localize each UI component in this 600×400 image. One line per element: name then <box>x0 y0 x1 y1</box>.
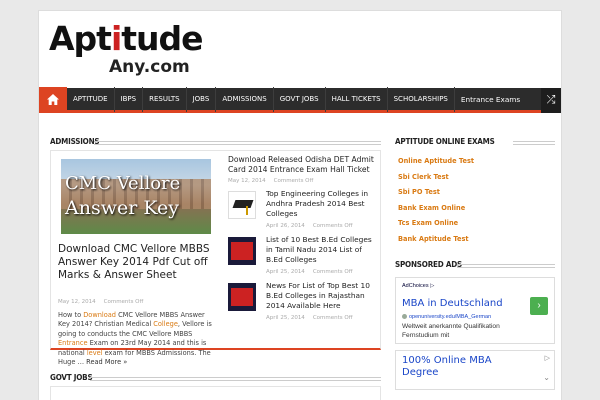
title-divider <box>94 141 381 145</box>
exam-link[interactable]: Sbi Clerk Test <box>395 170 555 186</box>
exam-link[interactable]: Tcs Exam Online <box>395 216 555 232</box>
exams-list: Online Aptitude Test Sbi Clerk Test Sbi … <box>395 154 555 247</box>
post-thumbnail <box>228 283 256 311</box>
title-divider <box>457 264 555 268</box>
home-button[interactable] <box>39 86 67 112</box>
nav-item-admissions[interactable]: ADMISSIONS <box>216 86 274 112</box>
sidebar: APTITUDE ONLINE EXAMS Online Aptitude Te… <box>395 136 555 390</box>
nav-item-scholarships[interactable]: SCHOLARSHIPS <box>388 86 455 112</box>
list-item[interactable]: News For List of Top Best 10 B.Ed Colleg… <box>228 281 378 321</box>
sponsored-ad[interactable]: AdChoices ▷ MBA in Deutschland openunive… <box>395 277 555 344</box>
list-item[interactable]: Download Released Odisha DET Admit Card … <box>228 155 378 184</box>
site-logo[interactable]: Aptitude Any.com <box>49 21 209 81</box>
page-wrapper: Aptitude Any.com APTITUDE IBPS RESULTS J… <box>38 10 562 400</box>
close-icon[interactable]: ▷ <box>545 354 550 362</box>
exam-link[interactable]: Bank Aptitude Test <box>395 232 555 248</box>
keyword-link[interactable]: Entrance <box>58 339 88 347</box>
ad-headline[interactable]: 100% Online MBA Degree <box>402 355 522 379</box>
ad-url[interactable]: openuniversity.edu/MBA_German <box>402 314 491 320</box>
nav-item-ibps[interactable]: IBPS <box>115 86 144 112</box>
exams-widget-title: APTITUDE ONLINE EXAMS <box>395 136 555 150</box>
home-icon <box>47 93 59 105</box>
nav-item-entrance-exams[interactable]: Entrance Exams <box>455 87 526 112</box>
title-divider <box>513 141 555 145</box>
ad-headline[interactable]: MBA in Deutschland <box>402 298 503 309</box>
nav-item-hall-tickets[interactable]: HALL TICKETS <box>326 86 388 112</box>
ad-description: Weltweit anerkannte Qualifikation Fernst… <box>402 323 500 339</box>
ads-widget-title: SPONSORED ADS <box>395 259 555 273</box>
main-nav: APTITUDE IBPS RESULTS JOBS ADMISSIONS GO… <box>39 86 561 113</box>
featured-post-excerpt: How to Download CMC Vellore MBBS Answer … <box>58 311 212 367</box>
list-item[interactable]: Top Engineering Colleges in Andhra Prade… <box>228 189 378 229</box>
exam-link[interactable]: Sbi PO Test <box>395 185 555 201</box>
post-thumbnail <box>228 191 256 219</box>
keyword-link[interactable]: College <box>153 320 178 328</box>
featured-post-image[interactable]: CMC Vellore Answer Key <box>61 159 211 234</box>
random-post-button[interactable]: ⤮ <box>541 88 561 113</box>
featured-post-title[interactable]: Download CMC Vellore MBBS Answer Key 201… <box>58 243 213 282</box>
exam-link[interactable]: Bank Exam Online <box>395 201 555 217</box>
chevron-right-icon: › <box>537 300 541 311</box>
admissions-box: CMC Vellore Answer Key Download CMC Vell… <box>50 150 381 366</box>
adchoices-label[interactable]: AdChoices ▷ <box>402 283 434 289</box>
list-item[interactable]: List of 10 Best B.Ed Colleges in Tamil N… <box>228 235 378 275</box>
read-more-link[interactable]: Read More » <box>86 358 127 366</box>
keyword-link[interactable]: Download <box>83 311 116 319</box>
featured-post-meta: May 12, 2014 Comments Off <box>58 299 144 305</box>
ad-arrow-button[interactable]: › <box>530 297 548 315</box>
post-thumbnail <box>228 237 256 265</box>
nav-item-govt-jobs[interactable]: GOVT JOBS <box>274 86 326 112</box>
govt-jobs-box <box>50 386 381 400</box>
main-content: ADMISSIONS CMC Vellore Answer Key Downlo… <box>50 136 381 400</box>
keyword-link[interactable]: level <box>87 349 103 357</box>
admissions-section-title: ADMISSIONS <box>50 136 381 150</box>
nav-item-jobs[interactable]: JOBS <box>187 86 217 112</box>
govt-jobs-section-title: GOVT JOBS <box>50 372 381 386</box>
nav-item-results[interactable]: RESULTS <box>143 86 187 112</box>
chevron-down-icon[interactable]: ⌄ <box>543 373 550 382</box>
globe-icon <box>402 314 407 320</box>
shuffle-icon: ⤮ <box>546 94 556 106</box>
exam-link[interactable]: Online Aptitude Test <box>395 154 555 170</box>
nav-item-aptitude[interactable]: APTITUDE <box>67 86 115 112</box>
title-divider <box>90 377 381 381</box>
sponsored-ad[interactable]: ▷ 100% Online MBA Degree ⌄ <box>395 350 555 390</box>
